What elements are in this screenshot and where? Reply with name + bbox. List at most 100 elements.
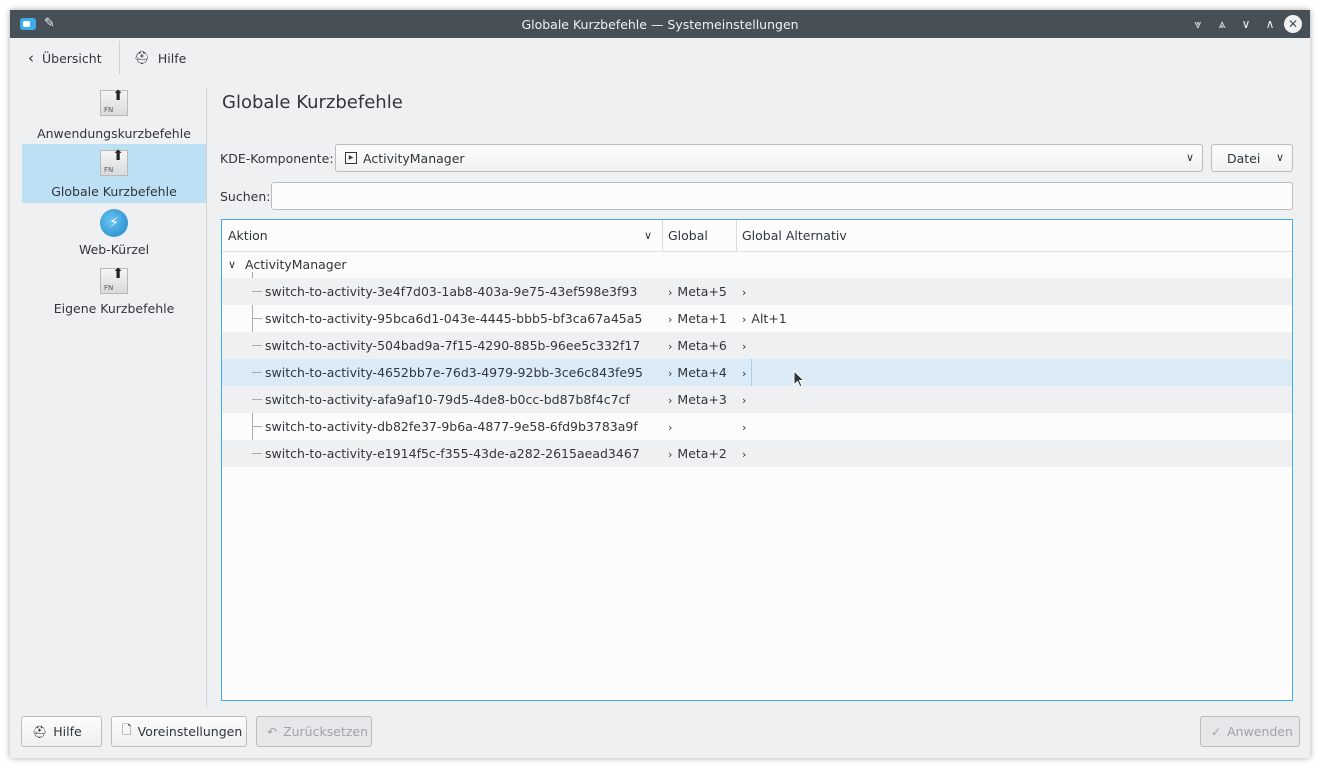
column-header-global-alt[interactable]: Global Alternativ — [736, 220, 1292, 251]
action-cell: switch-to-activity-504bad9a-7f15-4290-88… — [265, 338, 641, 353]
expand-arrow-icon: › — [668, 421, 673, 434]
alt-shortcut-cell[interactable]: › — [742, 278, 751, 305]
title-bar[interactable]: ✎ Globale Kurzbefehle — Systemeinstellun… — [10, 10, 1310, 38]
shortcut-tree[interactable]: Aktion ∨ Global Global Alternativ ∨ Acti… — [221, 219, 1293, 701]
back-button[interactable]: ‹ Übersicht — [28, 46, 102, 70]
tree-branch-line — [252, 291, 262, 292]
alt-shortcut-cell[interactable]: › Alt+1 — [742, 305, 787, 332]
action-cell: switch-to-activity-e1914f5c-f355-43de-a2… — [265, 446, 640, 461]
global-shortcut-cell[interactable]: › — [668, 413, 677, 440]
defaults-button[interactable]: 🗋 Voreinstellungen — [111, 716, 247, 747]
help-button-label: Hilfe — [53, 724, 82, 739]
expand-arrow-icon: › — [742, 340, 747, 353]
minimize-icon[interactable]: ∨ — [1236, 14, 1256, 34]
help-icon: ⛑ — [134, 50, 150, 65]
file-button[interactable]: Datei ∨ — [1211, 144, 1293, 172]
apply-button[interactable]: ✓ Anwenden — [1200, 716, 1300, 747]
search-input[interactable] — [271, 182, 1293, 210]
tree-group-row[interactable]: ∨ ActivityManager — [222, 251, 1292, 278]
web-shortcut-icon: ⚡ — [100, 209, 128, 237]
table-row[interactable]: switch-to-activity-504bad9a-7f15-4290-88… — [222, 332, 1292, 359]
sidebar-item-label: Web-Kürzel — [78, 242, 150, 257]
toolbar-divider — [119, 41, 120, 74]
back-label: Übersicht — [42, 50, 102, 66]
expand-arrow-icon: › — [742, 313, 747, 326]
sidebar-item-application-shortcuts[interactable]: FN ⬆ Anwendungskurzbefehle — [22, 87, 206, 145]
help-button[interactable]: ⛑ Hilfe — [21, 716, 102, 747]
page-title: Globale Kurzbefehle — [222, 92, 403, 113]
help-toolbar-label: Hilfe — [157, 50, 187, 66]
expand-arrow-icon: › — [668, 286, 673, 299]
keep-below-icon[interactable]: ⩔ — [1188, 14, 1208, 34]
help-icon: ⛑ — [32, 724, 48, 739]
component-select[interactable]: ▶ ActivityManager ∨ — [335, 144, 1203, 172]
reset-button[interactable]: ↶ Zurücksetzen — [256, 716, 372, 747]
global-shortcut-cell[interactable]: › Meta+2 — [668, 440, 727, 467]
maximize-icon[interactable]: ∧ — [1260, 14, 1280, 34]
fn-key-icon: FN ⬆ — [100, 266, 128, 294]
tree-branch-line — [252, 318, 262, 319]
tree-branch-line — [252, 372, 262, 373]
window-title: Globale Kurzbefehle — Systemeinstellunge… — [521, 17, 799, 32]
table-row[interactable]: switch-to-activity-e1914f5c-f355-43de-a2… — [222, 440, 1292, 467]
action-cell: switch-to-activity-4652bb7e-76d3-4979-92… — [265, 365, 644, 380]
expand-arrow-icon: › — [668, 313, 673, 326]
action-cell: switch-to-activity-db82fe37-9b6a-4877-9e… — [265, 419, 638, 434]
action-cell: switch-to-activity-95bca6d1-043e-4445-bb… — [265, 311, 643, 326]
global-shortcut-cell[interactable]: › Meta+6 — [668, 332, 727, 359]
action-cell: switch-to-activity-afa9af10-79d5-4de8-b0… — [265, 392, 630, 407]
table-row[interactable]: switch-to-activity-4652bb7e-76d3-4979-92… — [222, 359, 1292, 388]
alt-shortcut-cell[interactable]: › — [742, 386, 751, 413]
global-shortcut-cell[interactable]: › Meta+4 — [668, 359, 727, 386]
chevron-down-icon: ∨ — [1185, 151, 1194, 164]
column-header-global[interactable]: Global — [662, 220, 736, 251]
table-row[interactable]: switch-to-activity-afa9af10-79d5-4de8-b0… — [222, 386, 1292, 413]
alt-shortcut-cell[interactable]: › — [736, 359, 752, 386]
close-icon[interactable]: ✕ — [1284, 15, 1302, 33]
table-row[interactable]: switch-to-activity-95bca6d1-043e-4445-bb… — [222, 305, 1292, 332]
column-header-action[interactable]: Aktion ∨ — [222, 220, 662, 251]
keep-above-icon[interactable]: ⩓ — [1212, 14, 1232, 34]
group-label: ActivityManager — [245, 257, 347, 272]
table-row[interactable]: switch-to-activity-db82fe37-9b6a-4877-9e… — [222, 413, 1292, 440]
sidebar-item-custom-shortcuts[interactable]: FN ⬆ Eigene Kurzbefehle — [22, 262, 206, 320]
sidebar: FN ⬆ Anwendungskurzbefehle FN ⬆ Globale Ku… — [22, 87, 206, 707]
sidebar-item-global-shortcuts[interactable]: FN ⬆ Globale Kurzbefehle — [22, 144, 206, 203]
search-label: Suchen: — [220, 189, 271, 204]
tree-branch-line — [252, 453, 262, 454]
collapse-chevron-icon[interactable]: ∨ — [228, 251, 236, 278]
sidebar-item-label: Globale Kurzbefehle — [51, 184, 177, 199]
help-toolbar-button[interactable]: ⛑ Hilfe — [134, 46, 186, 70]
expand-arrow-icon: › — [668, 340, 673, 353]
global-shortcut-cell[interactable]: › Meta+1 — [668, 305, 727, 332]
toolbar: ‹ Übersicht ⛑ Hilfe — [10, 38, 1310, 78]
alt-shortcut-cell[interactable]: › — [742, 413, 751, 440]
fn-key-icon: FN ⬆ — [100, 148, 128, 176]
settings-window: ✎ Globale Kurzbefehle — Systemeinstellun… — [10, 10, 1310, 758]
component-icon: ▶ — [345, 152, 357, 164]
sidebar-item-label: Anwendungskurzbefehle — [37, 126, 191, 141]
apply-check-icon: ✓ — [1211, 724, 1222, 739]
sidebar-item-web-shortcuts[interactable]: ⚡ Web-Kürzel — [22, 203, 206, 261]
sort-chevron-icon: ∨ — [643, 229, 652, 242]
expand-arrow-icon: › — [668, 394, 673, 407]
component-label: KDE-Komponente: — [220, 151, 334, 166]
alt-shortcut-cell[interactable]: › — [742, 332, 751, 359]
global-shortcut-cell[interactable]: › Meta+3 — [668, 386, 727, 413]
table-row[interactable]: switch-to-activity-3e4f7d03-1ab8-403a-9e… — [222, 278, 1292, 305]
alt-shortcut-cell[interactable]: › — [742, 440, 751, 467]
expand-arrow-icon: › — [742, 367, 747, 380]
expand-arrow-icon: › — [742, 448, 747, 461]
tree-branch-line — [252, 399, 262, 400]
panel-divider — [206, 87, 207, 707]
reset-icon: ↶ — [267, 724, 278, 739]
back-icon: ‹ — [28, 49, 34, 67]
tree-header: Aktion ∨ Global Global Alternativ — [222, 220, 1292, 252]
expand-arrow-icon: › — [742, 394, 747, 407]
reset-button-label: Zurücksetzen — [283, 724, 368, 739]
global-shortcut-cell[interactable]: › Meta+5 — [668, 278, 727, 305]
action-cell: switch-to-activity-3e4f7d03-1ab8-403a-9e… — [265, 284, 638, 299]
tree-branch-line — [252, 345, 262, 346]
expand-arrow-icon: › — [668, 367, 673, 380]
defaults-button-label: Voreinstellungen — [137, 724, 243, 739]
